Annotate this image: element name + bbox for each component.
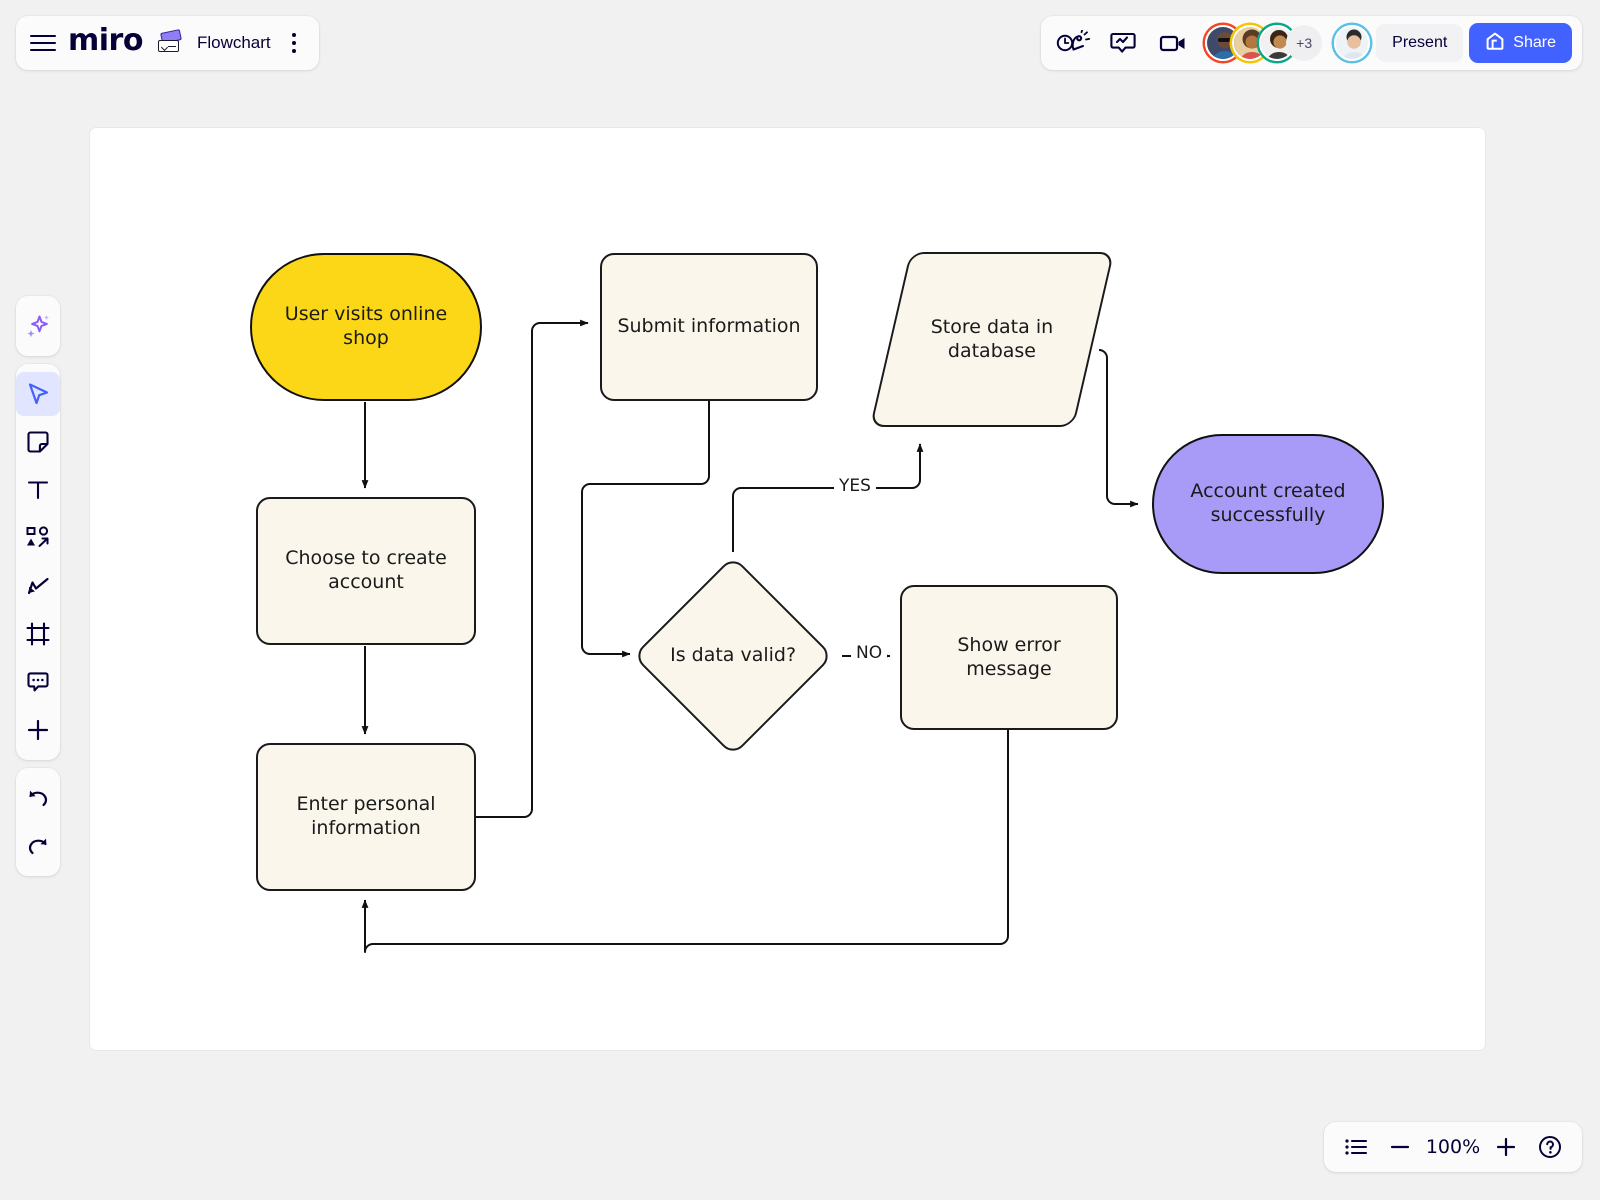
avatar-overflow-count[interactable]: +3 — [1286, 25, 1323, 61]
flow-node-label: Submit information — [617, 315, 801, 338]
collaborator-avatars[interactable]: +3 — [1205, 25, 1371, 61]
flow-node-start[interactable]: User visits online shop — [250, 253, 482, 401]
flow-node-label: Account created successfully — [1190, 480, 1346, 526]
flow-node-label: Show error message — [957, 633, 1061, 680]
flow-node-label: User visits online shop — [284, 303, 448, 349]
undo-button[interactable] — [16, 776, 60, 820]
sidebar-item-ai-sparkle[interactable] — [16, 304, 60, 348]
sidebar-item-text[interactable] — [16, 468, 60, 512]
flow-node-account-created[interactable]: Account created successfully — [1152, 434, 1384, 574]
edge-store-done — [1098, 349, 1139, 508]
board-canvas[interactable]: User visits online shop Choose to create… — [90, 128, 1485, 1050]
redo-button[interactable] — [16, 824, 60, 868]
sidebar-item-shapes[interactable] — [16, 516, 60, 560]
flow-node-label: Is data valid? — [670, 644, 796, 667]
sidebar-item-sticky-note[interactable] — [16, 420, 60, 464]
collaboration-bar: +3 Present Share — [1041, 16, 1582, 70]
present-button[interactable]: Present — [1376, 24, 1464, 62]
ai-toolbar-group — [16, 296, 60, 356]
sidebar-item-comment[interactable] — [16, 660, 60, 704]
board-list-icon[interactable] — [1336, 1127, 1376, 1167]
edge-label-no: NO — [851, 643, 888, 663]
sidebar-item-more-apps[interactable] — [16, 708, 60, 752]
flow-node-show-error[interactable]: Show error message — [900, 585, 1118, 730]
tools-group — [16, 364, 60, 760]
flow-node-store-data[interactable]: Store data in database — [869, 252, 1115, 427]
sidebar-item-frame[interactable] — [16, 612, 60, 656]
sidebar-item-select[interactable] — [16, 372, 60, 416]
flow-node-enter-info[interactable]: Enter personal information — [256, 743, 476, 891]
share-button-label: Share — [1513, 34, 1556, 51]
zoom-out-icon[interactable] — [1380, 1127, 1420, 1167]
more-options-icon[interactable] — [283, 31, 305, 55]
creation-toolbar — [16, 296, 60, 876]
celebration-reactions-icon[interactable] — [1051, 23, 1095, 63]
board-title[interactable]: Flowchart — [197, 33, 271, 53]
avatar-self[interactable] — [1334, 25, 1371, 61]
flow-node-label: Enter personal information — [296, 793, 436, 839]
board-header-bar: miro Flowchart — [16, 16, 319, 70]
chat-bubble-icon[interactable] — [1101, 23, 1145, 63]
edge-label-yes: YES — [834, 476, 876, 496]
edge-enter-submit — [476, 319, 589, 818]
miro-board-app: miro Flowchart +3 Present Share User vis… — [0, 0, 1600, 1200]
sidebar-item-pen[interactable] — [16, 564, 60, 608]
history-group — [16, 768, 60, 876]
flow-node-label: Choose to create account — [285, 547, 447, 593]
hamburger-menu-icon[interactable] — [30, 33, 56, 53]
flowchart-diagram: User visits online shop Choose to create… — [90, 128, 1485, 1050]
video-camera-icon[interactable] — [1151, 23, 1195, 63]
flow-node-choose-account[interactable]: Choose to create account — [256, 497, 476, 645]
help-question-icon[interactable] — [1530, 1127, 1570, 1167]
board-thumbnail-icon — [155, 29, 185, 55]
zoom-in-icon[interactable] — [1486, 1127, 1526, 1167]
share-board-icon — [1485, 31, 1505, 56]
zoom-level-label[interactable]: 100% — [1424, 1136, 1482, 1158]
flow-node-label: Store data in database — [930, 315, 1054, 362]
miro-logo[interactable]: miro — [68, 26, 143, 60]
zoom-controls-bar: 100% — [1324, 1122, 1582, 1172]
share-button[interactable]: Share — [1469, 23, 1572, 63]
edge-valid-store-yes — [732, 443, 924, 552]
flow-node-submit-info[interactable]: Submit information — [600, 253, 818, 401]
